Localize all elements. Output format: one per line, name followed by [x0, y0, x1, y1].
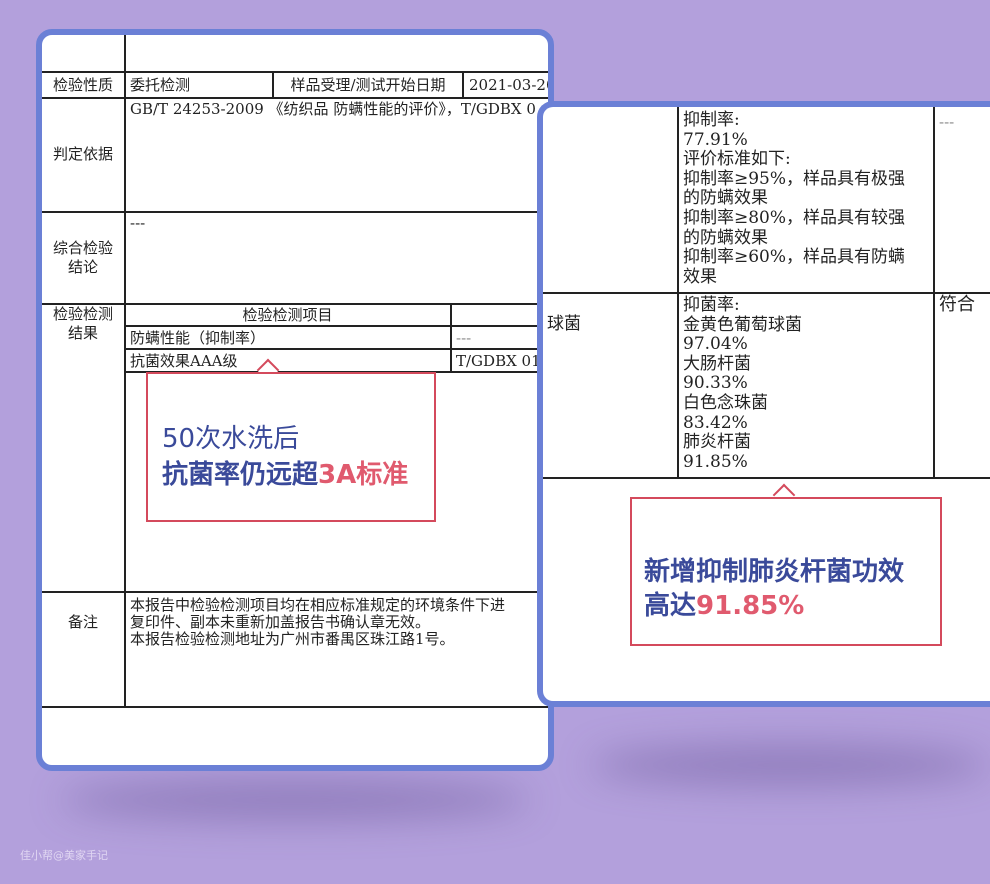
watermark: 佳小帮@美家手记	[20, 849, 108, 862]
table-line	[543, 477, 990, 479]
notes-line: 复印件、副本未重新加盖报告书确认章无效。	[130, 613, 431, 631]
result-item-standard: ---	[456, 329, 472, 347]
bacteria-line: 白色念珠菌	[683, 392, 768, 413]
table-line	[543, 292, 990, 294]
notes-line: 本报告中检验检测项目均在相应标准规定的环境条件下进	[130, 596, 506, 614]
callout-line2-highlight: 91.85%	[696, 591, 805, 621]
mite-line: 抑制率≥80%，样品具有较强	[683, 207, 906, 228]
conclusion-label-line1: 综合检验	[52, 239, 113, 257]
right-card-shadow	[590, 745, 990, 785]
pneumonia-callout: 新增抑制肺炎杆菌功效 高达91.85%	[630, 497, 942, 646]
table-line	[42, 97, 548, 99]
bacteria-line: 金黄色葡萄球菌	[683, 314, 802, 335]
callout-line2-prefix: 高达	[644, 591, 697, 621]
bacteria-line: 大肠杆菌	[683, 353, 751, 374]
bacteria-label: 球菌	[547, 314, 581, 334]
mite-line: 77.91%	[683, 129, 748, 150]
bacteria-line: 90.33%	[683, 373, 748, 394]
results-label-line1: 检验检测	[52, 305, 113, 323]
start-date-label: 样品受理/测试开始日期	[290, 76, 446, 94]
mite-result: ---	[939, 113, 955, 131]
table-line	[42, 591, 548, 593]
mite-line: 抑制率≥95%，样品具有极强	[683, 168, 906, 189]
inspect-type-label: 检验性质	[52, 76, 113, 94]
inspect-type-value: 委托检测	[130, 76, 191, 94]
callout-line2: 高达91.85%	[644, 585, 804, 622]
table-line	[124, 35, 126, 707]
callout-line1: 50次水洗后	[162, 424, 300, 454]
table-line	[42, 211, 548, 213]
callout-line2: 抗菌率仍远超3A标准	[162, 454, 408, 491]
result-item-name: 抗菌效果AAA级	[130, 352, 238, 370]
table-line	[677, 107, 679, 478]
notes-line: 本报告检验检测地址为广州市番禺区珠江路1号。	[130, 630, 455, 648]
results-label-line2: 结果	[67, 324, 98, 342]
callout-line2-highlight: 3A标准	[318, 460, 409, 490]
basis-value: GB/T 24253-2009 《纺织品 防螨性能的评价》，T/GDBX 0	[130, 100, 536, 118]
mite-line: 抑制率:	[683, 110, 740, 130]
conclusion-label-line2: 结论	[67, 258, 98, 276]
bacteria-result: 符合	[939, 294, 975, 315]
bacteria-line: 83.42%	[683, 412, 748, 433]
notes-label: 备注	[67, 613, 98, 631]
table-line	[933, 107, 935, 478]
bacteria-line: 91.85%	[683, 451, 748, 472]
mite-line: 的防螨效果	[683, 227, 768, 248]
conclusion-value: ---	[130, 214, 146, 232]
wash-callout: 50次水洗后 抗菌率仍远超3A标准	[146, 372, 436, 522]
mite-line: 的防螨效果	[683, 188, 768, 209]
table-line	[42, 71, 548, 73]
table-line	[450, 303, 452, 372]
bacteria-line: 抑菌率:	[683, 295, 740, 315]
left-card-shadow	[60, 780, 530, 820]
bacteria-line: 肺炎杆菌	[683, 432, 751, 453]
table-line	[42, 706, 548, 708]
mite-line: 效果	[683, 266, 717, 287]
result-item-name: 防螨性能（抑制率）	[130, 329, 266, 347]
results-header: 检验检测项目	[242, 306, 333, 324]
callout-line1: 新增抑制肺炎杆菌功效	[644, 557, 905, 587]
callout-line2-prefix: 抗菌率仍远超	[162, 460, 319, 490]
bacteria-line: 97.04%	[683, 334, 748, 355]
mite-line: 抑制率≥60%，样品具有防螨	[683, 247, 906, 268]
mite-inhibition-cell: 抑制率: 77.91% 评价标准如下: 抑制率≥95%，样品具有极强 的防螨效果…	[683, 110, 906, 287]
mite-line: 评价标准如下:	[683, 149, 791, 170]
basis-label: 判定依据	[52, 145, 113, 163]
table-line	[125, 325, 548, 327]
table-line	[462, 71, 464, 98]
table-line	[125, 348, 548, 350]
bacteria-inhibition-cell: 抑菌率: 金黄色葡萄球菌 97.04% 大肠杆菌 90.33% 白色念珠菌 83…	[683, 295, 802, 472]
start-date-value: 2021-03-20	[469, 76, 554, 94]
